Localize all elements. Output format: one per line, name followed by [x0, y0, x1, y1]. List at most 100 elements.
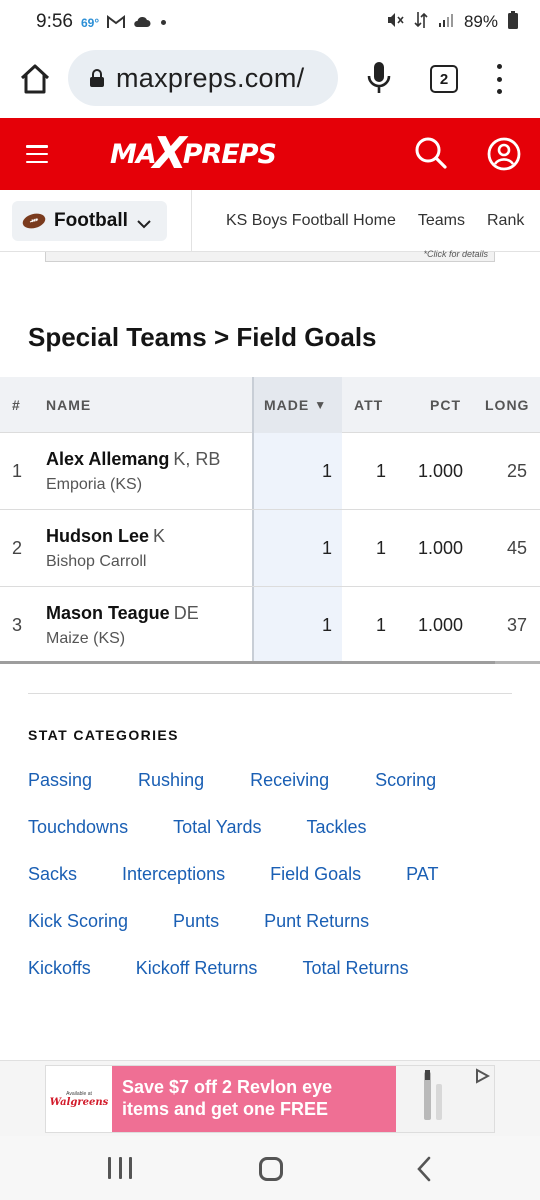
player-name-link[interactable]: Mason Teague	[46, 603, 170, 623]
player-position: K	[153, 526, 166, 546]
stat-categories-heading: STAT CATEGORIES	[28, 727, 179, 743]
category-link-rushing[interactable]: Rushing	[138, 770, 204, 791]
sport-selector-label: Football	[54, 210, 128, 231]
long-value: 25	[507, 461, 528, 481]
battery-icon	[508, 10, 518, 34]
category-link-kick-scoring[interactable]: Kick Scoring	[28, 911, 128, 932]
player-school-link[interactable]: Bishop Carroll	[46, 553, 165, 571]
header-long[interactable]: LONG	[485, 377, 529, 433]
tab-switcher-button[interactable]: 2	[430, 65, 458, 93]
hamburger-menu-icon[interactable]	[26, 145, 48, 163]
player-position: K, RB	[173, 449, 221, 469]
long-value: 37	[507, 615, 528, 635]
nav-link-teams[interactable]: Teams	[418, 212, 465, 230]
overflow-menu-icon[interactable]	[494, 64, 504, 94]
field-goals-table: # NAME MADE ▼ ATT PCT LONG 1 Alex Allema…	[0, 377, 540, 664]
category-link-tackles[interactable]: Tackles	[306, 817, 366, 838]
address-bar[interactable]: maxpreps.com/	[68, 50, 338, 106]
category-link-receiving[interactable]: Receiving	[250, 770, 329, 791]
data-transfer-icon	[414, 10, 428, 35]
made-value: 1	[321, 461, 332, 481]
row-rank: 3	[12, 615, 23, 635]
battery-percent: 89%	[463, 12, 498, 31]
status-temperature: 69°	[80, 16, 100, 30]
category-link-total-returns[interactable]: Total Returns	[302, 958, 408, 979]
category-link-total-yards[interactable]: Total Yards	[173, 817, 261, 838]
logo-part-right: PREPS	[182, 138, 277, 170]
header-pct[interactable]: PCT	[430, 377, 461, 433]
browser-toolbar: maxpreps.com/ 2	[0, 44, 540, 118]
logo-part-x: X	[152, 128, 187, 179]
nav-link-rankings[interactable]: Rank	[487, 212, 524, 230]
home-icon[interactable]	[18, 62, 52, 96]
category-link-scoring[interactable]: Scoring	[375, 770, 436, 791]
player-name-link[interactable]: Hudson Lee	[46, 526, 149, 546]
gmail-icon	[107, 15, 126, 29]
lock-icon	[90, 69, 104, 87]
att-value: 1	[375, 538, 386, 558]
made-value: 1	[321, 615, 332, 635]
category-row: Passing Rushing Receiving Scoring	[28, 770, 481, 791]
ad-brand-name: Walgreens	[49, 1096, 109, 1108]
row-rank: 1	[12, 461, 23, 481]
att-value: 1	[375, 461, 386, 481]
ad-choices-icon[interactable]	[474, 1068, 491, 1084]
header-made-label: MADE	[264, 397, 310, 413]
football-icon	[22, 213, 46, 229]
microphone-icon[interactable]	[366, 60, 392, 96]
table-row: 3 Mason Teague DE Maize (KS) 1 1 1.000 37	[0, 587, 540, 664]
page-title: Special Teams > Field Goals	[28, 322, 377, 352]
category-link-sacks[interactable]: Sacks	[28, 864, 77, 885]
category-link-interceptions[interactable]: Interceptions	[122, 864, 225, 885]
nav-link-home[interactable]: KS Boys Football Home	[226, 212, 396, 230]
nav-divider	[191, 190, 192, 251]
table-horizontal-scrollbar[interactable]	[0, 661, 495, 664]
long-value: 45	[507, 538, 528, 558]
att-value: 1	[375, 615, 386, 635]
category-link-kickoff-returns[interactable]: Kickoff Returns	[136, 958, 258, 979]
section-divider	[28, 693, 512, 694]
category-link-kickoffs[interactable]: Kickoffs	[28, 958, 91, 979]
pct-value: 1.000	[417, 615, 463, 635]
top-ad-banner[interactable]: *Click for details	[45, 249, 495, 262]
header-rank: #	[12, 397, 21, 413]
signal-icon	[438, 12, 454, 33]
back-icon[interactable]	[414, 1156, 434, 1182]
cloud-icon	[133, 16, 151, 28]
table-row: 2 Hudson Lee K Bishop Carroll 1 1 1.000 4…	[0, 510, 540, 587]
pct-value: 1.000	[417, 461, 463, 481]
category-link-touchdowns[interactable]: Touchdowns	[28, 817, 128, 838]
section-nav-links: KS Boys Football Home Teams Rank	[226, 190, 540, 251]
player-school-link[interactable]: Emporia (KS)	[46, 476, 220, 494]
category-link-punt-returns[interactable]: Punt Returns	[264, 911, 369, 932]
header-name[interactable]: NAME	[46, 377, 91, 433]
account-icon[interactable]	[486, 136, 522, 172]
player-cell: Hudson Lee K Bishop Carroll	[46, 510, 165, 587]
recent-apps-icon[interactable]	[108, 1157, 132, 1179]
maxpreps-logo[interactable]: MA X PREPS	[110, 128, 277, 179]
player-name-link[interactable]: Alex Allemang	[46, 449, 169, 469]
category-link-punts[interactable]: Punts	[173, 911, 219, 932]
home-button-icon[interactable]	[259, 1157, 283, 1181]
pct-value: 1.000	[417, 538, 463, 558]
category-link-field-goals[interactable]: Field Goals	[270, 864, 361, 885]
site-header: MA X PREPS	[0, 118, 540, 190]
player-school-link[interactable]: Maize (KS)	[46, 630, 199, 648]
table-header: # NAME MADE ▼ ATT PCT LONG	[0, 377, 540, 433]
url-text: maxpreps.com/	[116, 62, 305, 93]
sub-navigation: Football KS Boys Football Home Teams Ran…	[0, 190, 540, 252]
bottom-ad-area: Available at Walgreens Save $7 off 2 Rev…	[0, 1060, 540, 1136]
header-att[interactable]: ATT	[354, 377, 383, 433]
walgreens-ad-banner[interactable]: Available at Walgreens Save $7 off 2 Rev…	[45, 1065, 495, 1133]
sport-selector[interactable]: Football	[12, 201, 167, 241]
sort-descending-icon: ▼	[314, 398, 328, 412]
logo-part-left: MA	[110, 138, 157, 170]
category-row: Kick Scoring Punts Punt Returns	[28, 911, 414, 932]
header-made[interactable]: MADE ▼	[264, 377, 327, 433]
ad-click-details: *Click for details	[423, 249, 488, 259]
status-bar: 9:56 69° 89%	[0, 0, 540, 44]
category-link-pat[interactable]: PAT	[406, 864, 438, 885]
ad-copy-line-1: Save $7 off 2 Revlon eye	[122, 1077, 333, 1097]
search-icon[interactable]	[414, 136, 448, 170]
category-link-passing[interactable]: Passing	[28, 770, 92, 791]
